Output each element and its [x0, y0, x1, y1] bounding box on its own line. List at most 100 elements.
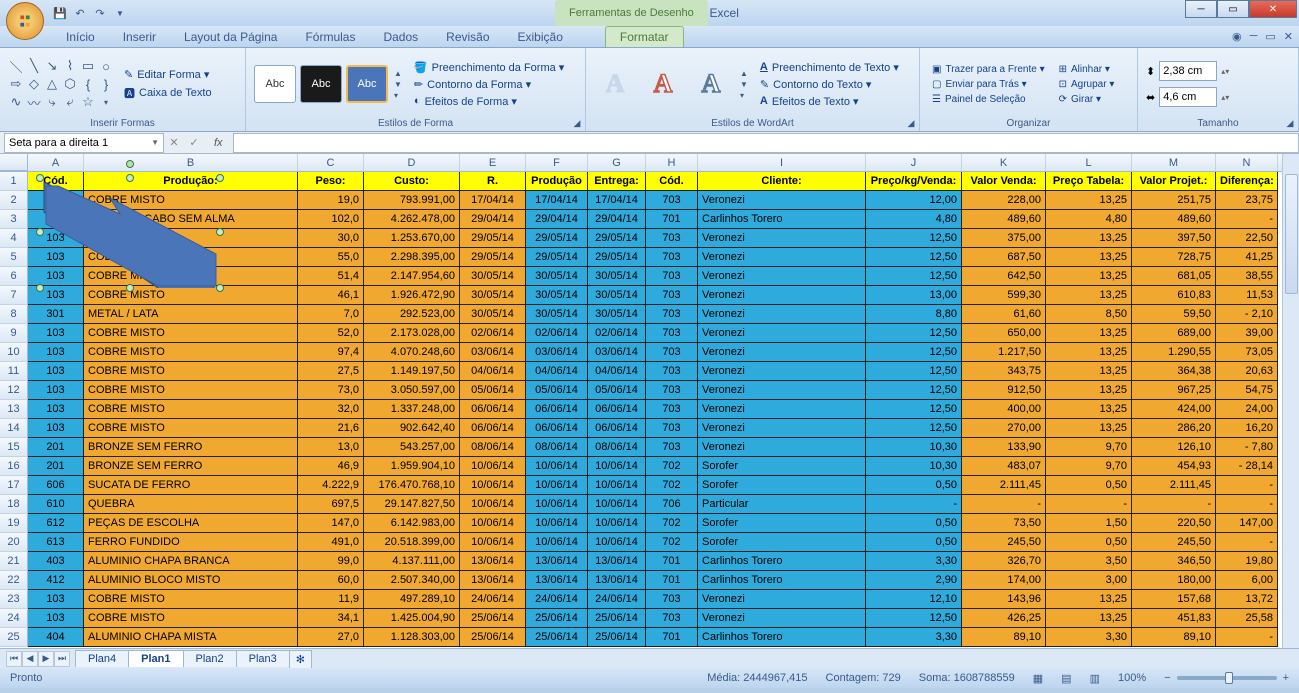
shape-connector2-icon[interactable]: ⤷: [44, 94, 60, 110]
col-header-F[interactable]: F: [526, 154, 588, 171]
cell[interactable]: 103: [28, 267, 84, 286]
gallery-down-icon[interactable]: ▼: [394, 80, 402, 89]
cell[interactable]: -: [1046, 495, 1132, 514]
row-header[interactable]: 1: [0, 172, 28, 191]
cell[interactable]: 401: [28, 210, 84, 229]
qat-more-icon[interactable]: ▼: [112, 5, 128, 21]
cell[interactable]: Veronezi: [698, 438, 866, 457]
cell[interactable]: 24/06/14: [460, 590, 526, 609]
cell[interactable]: 27,0: [298, 628, 364, 647]
cell[interactable]: 3,30: [866, 628, 962, 647]
column-title[interactable]: Valor Venda:: [962, 172, 1046, 191]
cell[interactable]: 10,30: [866, 457, 962, 476]
cell[interactable]: 703: [646, 286, 698, 305]
cell[interactable]: ALUMINIO CABO SEM ALMA: [84, 210, 298, 229]
wordart-3[interactable]: A: [690, 65, 732, 103]
edit-shape-button[interactable]: ✎Editar Forma ▾: [120, 67, 216, 82]
cell[interactable]: 46,9: [298, 457, 364, 476]
cell[interactable]: COBRE MISTO: [84, 267, 298, 286]
cell[interactable]: 13/06/14: [460, 571, 526, 590]
cell[interactable]: 25/06/14: [460, 609, 526, 628]
cell[interactable]: 201: [28, 457, 84, 476]
cell[interactable]: 147,0: [298, 514, 364, 533]
close-button[interactable]: ✕: [1249, 0, 1297, 18]
cell[interactable]: -: [1216, 628, 1278, 647]
office-button[interactable]: [6, 2, 44, 40]
cell[interactable]: 02/06/14: [588, 324, 646, 343]
cell[interactable]: 10/06/14: [588, 457, 646, 476]
cell[interactable]: -: [1216, 210, 1278, 229]
cell[interactable]: 728,75: [1132, 248, 1216, 267]
cell[interactable]: 103: [28, 286, 84, 305]
cell[interactable]: 11,53: [1216, 286, 1278, 305]
cell[interactable]: 1.128.303,00: [364, 628, 460, 647]
cell[interactable]: 497.289,10: [364, 590, 460, 609]
cell[interactable]: 967,25: [1132, 381, 1216, 400]
cell[interactable]: 54,75: [1216, 381, 1278, 400]
bring-front-button[interactable]: ▣Trazer para a Frente ▾: [928, 63, 1049, 76]
cell[interactable]: 10/06/14: [526, 457, 588, 476]
cell[interactable]: 13/06/14: [526, 571, 588, 590]
cell[interactable]: Veronezi: [698, 381, 866, 400]
cell[interactable]: 10/06/14: [460, 457, 526, 476]
col-header-L[interactable]: L: [1046, 154, 1132, 171]
cell[interactable]: 599,30: [962, 286, 1046, 305]
cell[interactable]: 147,00: [1216, 514, 1278, 533]
cell[interactable]: 9,70: [1046, 438, 1132, 457]
cell[interactable]: 703: [646, 248, 698, 267]
cell[interactable]: Carlinhos Torero: [698, 628, 866, 647]
cell[interactable]: 1.253.670,00: [364, 229, 460, 248]
cell[interactable]: 489,60: [1132, 210, 1216, 229]
tab-formatar[interactable]: Formatar: [605, 26, 684, 47]
shape-star-icon[interactable]: ☆: [80, 94, 96, 110]
cell[interactable]: 701: [646, 628, 698, 647]
row-header[interactable]: 25: [0, 628, 28, 647]
cell[interactable]: 13,72: [1216, 590, 1278, 609]
cell[interactable]: 60,0: [298, 571, 364, 590]
cell[interactable]: 10/06/14: [526, 514, 588, 533]
cell[interactable]: 8,50: [1046, 305, 1132, 324]
cell[interactable]: 73,05: [1216, 343, 1278, 362]
shape-effects-button[interactable]: ◐Efeitos de Forma ▾: [410, 94, 568, 109]
cell[interactable]: 13,25: [1046, 191, 1132, 210]
cell[interactable]: 10,30: [866, 438, 962, 457]
row-header[interactable]: 8: [0, 305, 28, 324]
cell[interactable]: 29/04/14: [588, 210, 646, 229]
cell[interactable]: 703: [646, 343, 698, 362]
cell[interactable]: 2.111,45: [962, 476, 1046, 495]
cell[interactable]: 245,50: [962, 533, 1046, 552]
cell[interactable]: 4.137.111,00: [364, 552, 460, 571]
cell[interactable]: 610,83: [1132, 286, 1216, 305]
cell[interactable]: 13,0: [298, 438, 364, 457]
cell[interactable]: 13,25: [1046, 400, 1132, 419]
cell[interactable]: 27,5: [298, 362, 364, 381]
cell[interactable]: 30/05/14: [460, 286, 526, 305]
sheet-nav-last[interactable]: ⏭: [54, 651, 70, 667]
cell[interactable]: Veronezi: [698, 609, 866, 628]
cell[interactable]: 426,25: [962, 609, 1046, 628]
tab-inicio[interactable]: Início: [52, 27, 109, 47]
cell[interactable]: 3,30: [1046, 628, 1132, 647]
row-header[interactable]: 7: [0, 286, 28, 305]
shape-width-input[interactable]: [1159, 87, 1217, 107]
cell[interactable]: BRONZE SEM FERRO: [84, 457, 298, 476]
column-title[interactable]: R.: [460, 172, 526, 191]
col-header-K[interactable]: K: [962, 154, 1046, 171]
cell[interactable]: 4,80: [1046, 210, 1132, 229]
cell[interactable]: 02/06/14: [460, 324, 526, 343]
cell[interactable]: Sorofer: [698, 457, 866, 476]
cell[interactable]: COBRE MISTO: [84, 419, 298, 438]
tab-inserir[interactable]: Inserir: [109, 27, 170, 47]
cell[interactable]: 489,60: [962, 210, 1046, 229]
cell[interactable]: 29/05/14: [460, 229, 526, 248]
cell[interactable]: 7,0: [298, 305, 364, 324]
cell[interactable]: 4,80: [866, 210, 962, 229]
shape-line2-icon[interactable]: ╲: [26, 58, 42, 74]
cell[interactable]: 270,00: [962, 419, 1046, 438]
shape-brace2-icon[interactable]: }: [98, 76, 114, 92]
cell[interactable]: 46,1: [298, 286, 364, 305]
minimize-button[interactable]: ─: [1185, 0, 1217, 18]
col-header-G[interactable]: G: [588, 154, 646, 171]
cell[interactable]: 06/06/14: [526, 400, 588, 419]
cell[interactable]: 10/06/14: [526, 533, 588, 552]
